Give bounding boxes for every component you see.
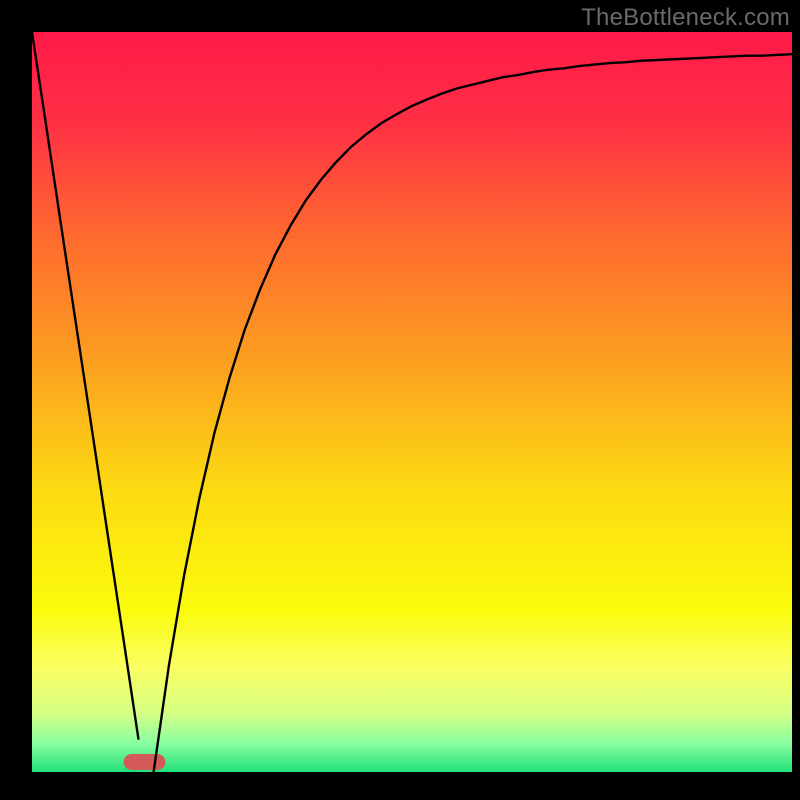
chart-curves [32, 32, 792, 772]
watermark-text: TheBottleneck.com [581, 4, 790, 32]
left-line-curve [32, 32, 138, 739]
plot-area [32, 32, 792, 772]
chart-frame: TheBottleneck.com [0, 0, 800, 800]
right-curve [154, 54, 792, 772]
optimum-marker [124, 754, 166, 770]
